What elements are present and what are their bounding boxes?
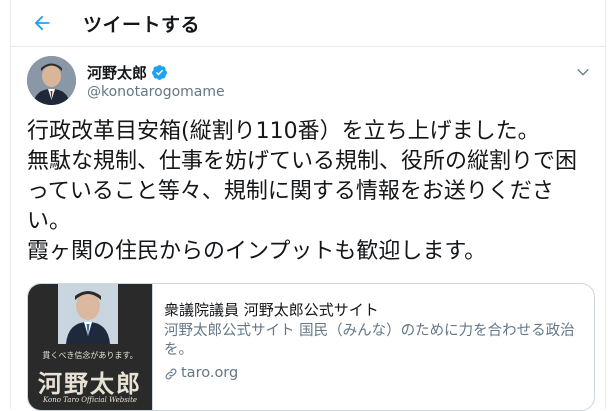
link-icon bbox=[165, 368, 177, 379]
thumb-tagline: 貫くべき信念があります。 bbox=[42, 351, 138, 360]
link-preview-card[interactable]: 貫くべき信念があります。 河野太郎 Kono Taro Official Web… bbox=[27, 283, 595, 411]
tweet-detail-page: ツイートする 河野太郎 @konotarogomame 行政改革目安箱(縦割り1… bbox=[10, 0, 606, 411]
avatar-portrait bbox=[27, 56, 76, 105]
card-title: 衆議院議員 河野太郎公式サイト bbox=[164, 301, 379, 319]
author-handle[interactable]: @konotarogomame bbox=[87, 84, 225, 100]
card-description: 河野太郎公式サイト 国民（みんな）のために力を合わせる政治を。 bbox=[164, 323, 575, 358]
chevron-down-icon bbox=[577, 68, 589, 76]
avatar[interactable] bbox=[27, 56, 76, 105]
thumb-footer: Kono Taro Official Website bbox=[42, 396, 138, 404]
card-domain-row: taro.org bbox=[164, 364, 583, 383]
author-name-row: 河野太郎 bbox=[87, 62, 168, 83]
card-thumbnail: 貫くべき信念があります。 河野太郎 Kono Taro Official Web… bbox=[28, 284, 153, 410]
card-domain: taro.org bbox=[181, 365, 239, 381]
author-display-name[interactable]: 河野太郎 bbox=[87, 62, 147, 83]
card-body: 衆議院議員 河野太郎公式サイト 河野太郎公式サイト 国民（みんな）のために力を合… bbox=[153, 284, 583, 410]
page-header: ツイートする bbox=[11, 0, 605, 47]
thumb-name: 河野太郎 bbox=[38, 369, 142, 398]
tweet-text: 行政改革目安箱(縦割り110番）を立ち上げました。 無駄な規制、仕事を妨げている… bbox=[27, 119, 578, 264]
back-button[interactable] bbox=[27, 8, 57, 38]
verified-badge-icon bbox=[152, 65, 167, 80]
more-options-button[interactable] bbox=[573, 62, 593, 82]
arrow-left-icon bbox=[34, 15, 50, 31]
page-title: ツイートする bbox=[83, 14, 201, 36]
